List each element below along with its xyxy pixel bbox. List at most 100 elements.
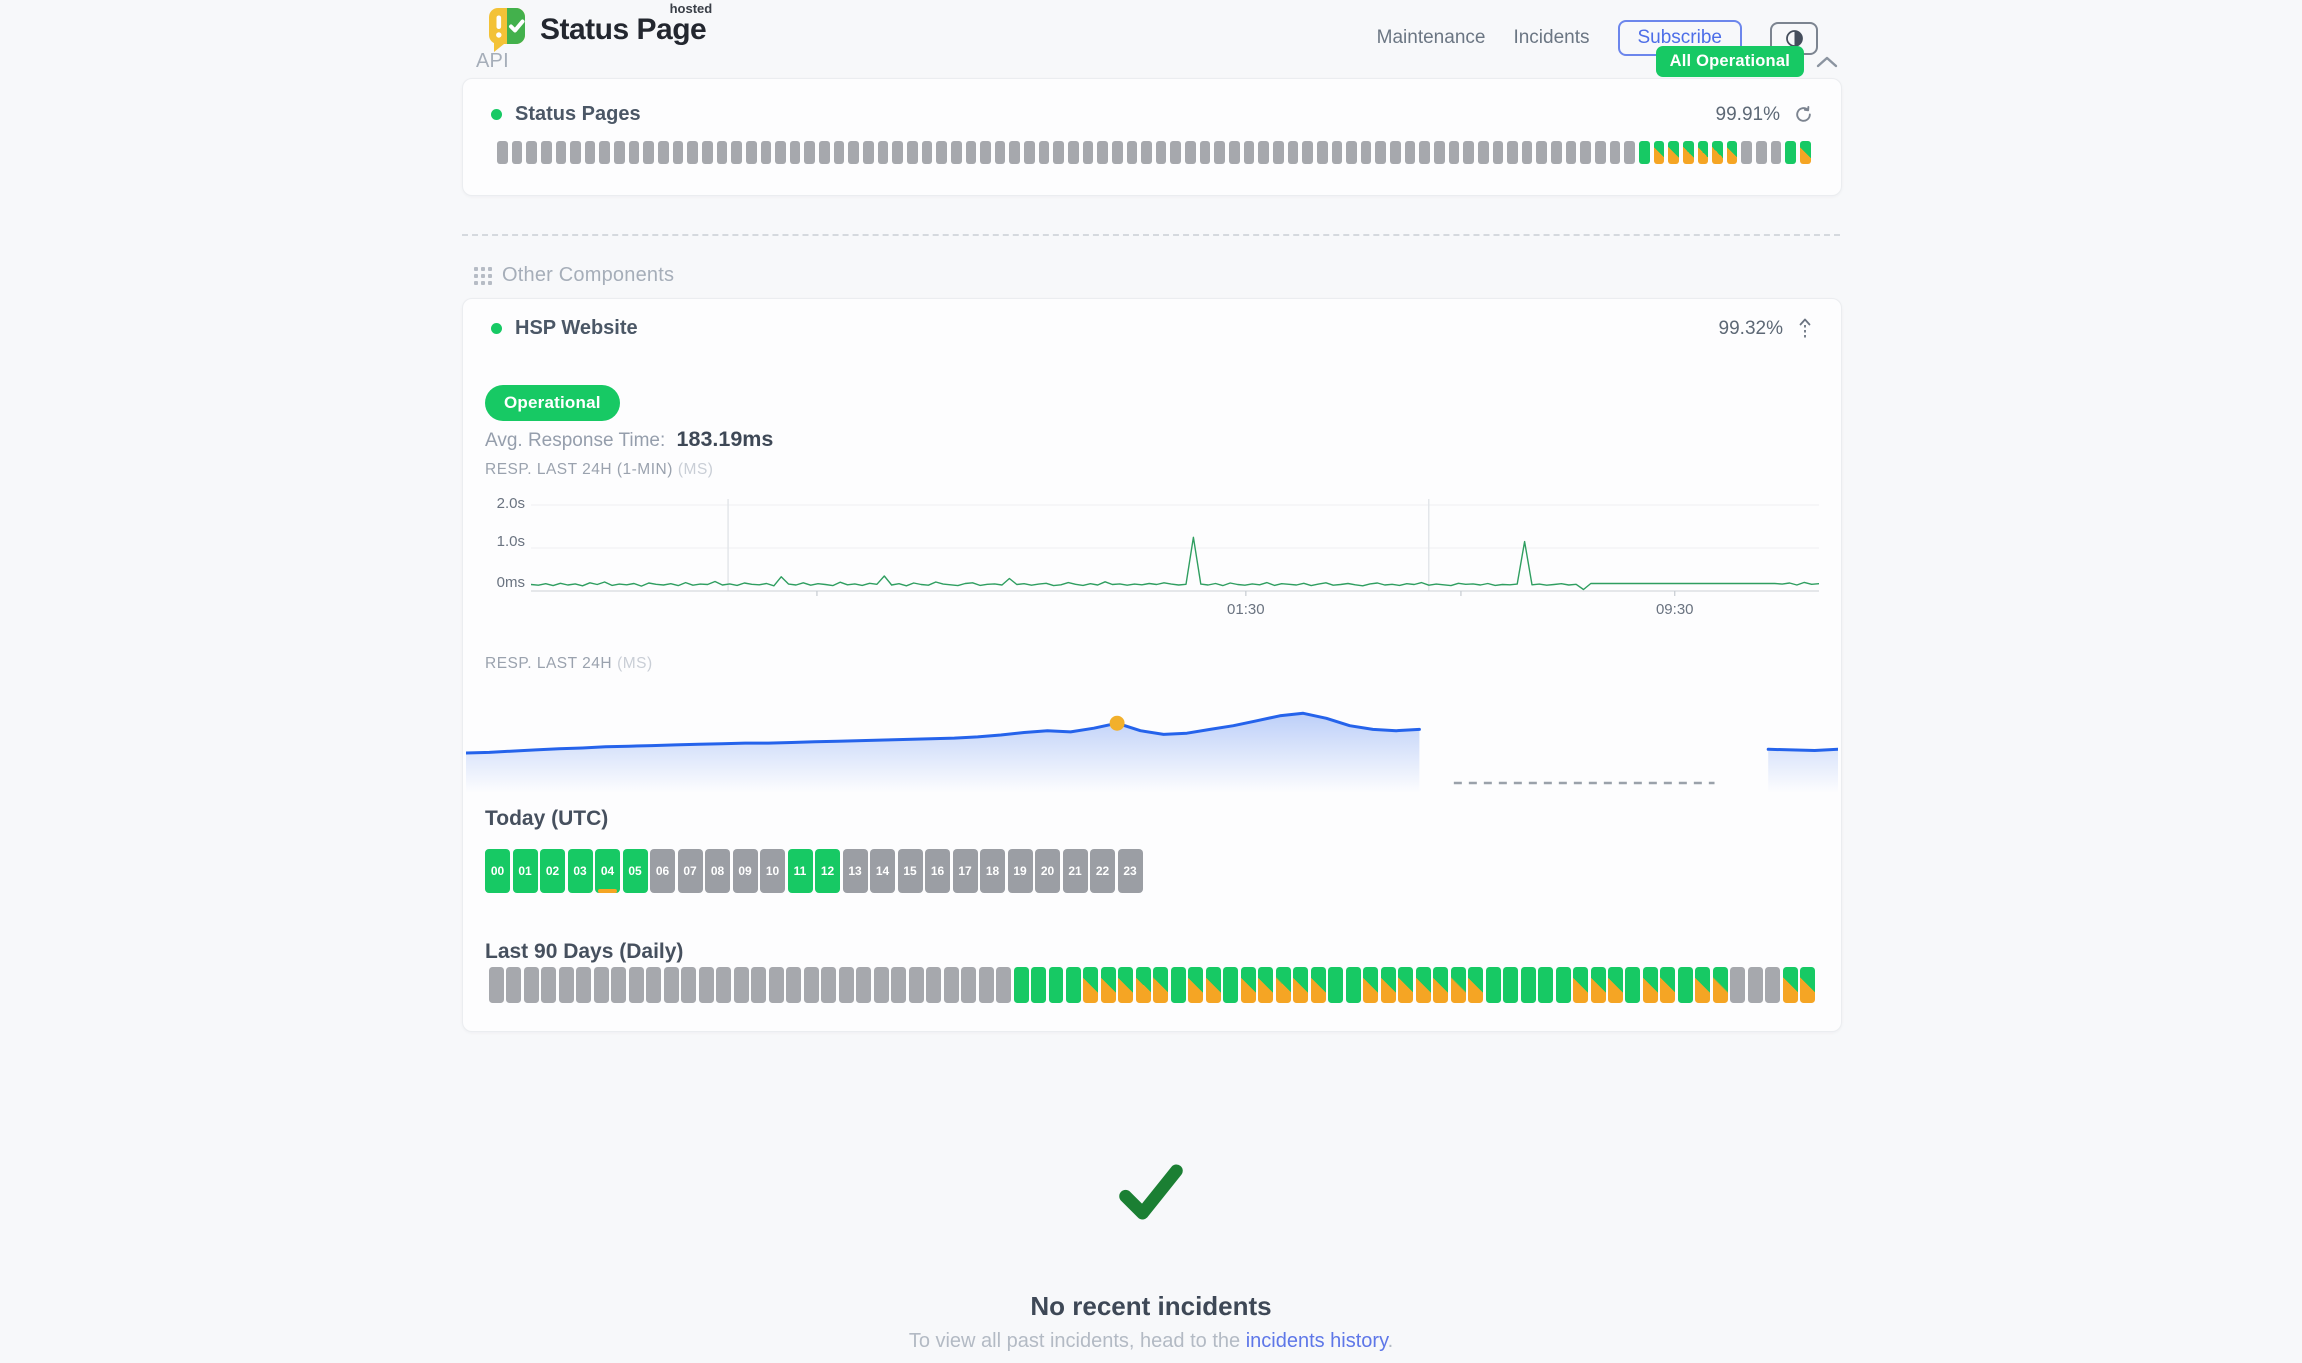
day-bar[interactable] — [856, 967, 871, 1003]
uptime-bar[interactable] — [1654, 141, 1665, 164]
uptime-bar[interactable] — [541, 141, 552, 164]
uptime-bar[interactable] — [1741, 141, 1752, 164]
uptime-bar[interactable] — [1200, 141, 1211, 164]
uptime-bar[interactable] — [556, 141, 567, 164]
uptime-bar[interactable] — [936, 141, 947, 164]
hour-block[interactable]: 18 — [980, 849, 1005, 893]
uptime-bar[interactable] — [1390, 141, 1401, 164]
day-bar[interactable] — [734, 967, 749, 1003]
hour-block[interactable]: 13 — [843, 849, 868, 893]
day-bar[interactable] — [1346, 967, 1361, 1003]
uptime-bar[interactable] — [1244, 141, 1255, 164]
day-bar[interactable] — [1556, 967, 1571, 1003]
day-bar[interactable] — [1678, 967, 1693, 1003]
uptime-bar[interactable] — [1785, 141, 1796, 164]
uptime-bar[interactable] — [1595, 141, 1606, 164]
day-bar[interactable] — [1800, 967, 1815, 1003]
day-bar[interactable] — [489, 967, 504, 1003]
day-bar[interactable] — [769, 967, 784, 1003]
uptime-bar[interactable] — [1536, 141, 1547, 164]
day-bar[interactable] — [611, 967, 626, 1003]
uptime-bar[interactable] — [1668, 141, 1679, 164]
uptime-bar[interactable] — [1302, 141, 1313, 164]
uptime-bar[interactable] — [512, 141, 523, 164]
day-bar[interactable] — [1381, 967, 1396, 1003]
day-bar[interactable] — [541, 967, 556, 1003]
uptime-bar[interactable] — [1507, 141, 1518, 164]
uptime-bar[interactable] — [1083, 141, 1094, 164]
uptime-bar[interactable] — [1009, 141, 1020, 164]
uptime-bar[interactable] — [892, 141, 903, 164]
overall-status-badge[interactable]: All Operational — [1656, 46, 1804, 77]
hour-block[interactable]: 12 — [815, 849, 840, 893]
hour-block[interactable]: 08 — [705, 849, 730, 893]
day-bar[interactable] — [524, 967, 539, 1003]
uptime-bar[interactable] — [1639, 141, 1650, 164]
day-bar[interactable] — [1591, 967, 1606, 1003]
uptime-bar[interactable] — [1258, 141, 1269, 164]
day-bar[interactable] — [1293, 967, 1308, 1003]
day-bar[interactable] — [786, 967, 801, 1003]
day-bar[interactable] — [1031, 967, 1046, 1003]
hour-block[interactable]: 17 — [953, 849, 978, 893]
uptime-bar[interactable] — [1551, 141, 1562, 164]
hour-block[interactable]: 20 — [1035, 849, 1060, 893]
incidents-history-link[interactable]: incidents history — [1246, 1330, 1388, 1352]
day-bar[interactable] — [1171, 967, 1186, 1003]
day-bar[interactable] — [996, 967, 1011, 1003]
day-bar[interactable] — [1503, 967, 1518, 1003]
hour-block[interactable]: 00 — [485, 849, 510, 893]
uptime-bar[interactable] — [1346, 141, 1357, 164]
uptime-bar[interactable] — [497, 141, 508, 164]
day-bar[interactable] — [1538, 967, 1553, 1003]
uptime-bar[interactable] — [1698, 141, 1709, 164]
uptime-bar[interactable] — [1419, 141, 1430, 164]
uptime-bar[interactable] — [1624, 141, 1635, 164]
uptime-bar[interactable] — [1317, 141, 1328, 164]
day-bar[interactable] — [751, 967, 766, 1003]
hsp-website-row[interactable]: HSP Website 99.32% — [491, 317, 1813, 340]
day-bar[interactable] — [891, 967, 906, 1003]
uptime-bar[interactable] — [1405, 141, 1416, 164]
day-bar[interactable] — [1730, 967, 1745, 1003]
day-bar[interactable] — [699, 967, 714, 1003]
collapse-arrow-icon[interactable] — [1797, 317, 1813, 340]
uptime-bar[interactable] — [980, 141, 991, 164]
hour-block[interactable]: 06 — [650, 849, 675, 893]
uptime-bar[interactable] — [1712, 141, 1723, 164]
day-bar[interactable] — [1241, 967, 1256, 1003]
hour-block[interactable]: 11 — [788, 849, 813, 893]
uptime-bar[interactable] — [1463, 141, 1474, 164]
uptime-bar[interactable] — [1097, 141, 1108, 164]
hour-block[interactable]: 21 — [1063, 849, 1088, 893]
uptime-bar[interactable] — [643, 141, 654, 164]
uptime-bar[interactable] — [1566, 141, 1577, 164]
uptime-bar[interactable] — [863, 141, 874, 164]
uptime-bar[interactable] — [1375, 141, 1386, 164]
uptime-bar[interactable] — [1727, 141, 1738, 164]
day-bar[interactable] — [506, 967, 521, 1003]
uptime-bar[interactable] — [687, 141, 698, 164]
uptime-bar[interactable] — [1112, 141, 1123, 164]
day-bar[interactable] — [1573, 967, 1588, 1003]
uptime-bar[interactable] — [848, 141, 859, 164]
day-bar[interactable] — [1118, 967, 1133, 1003]
day-bar[interactable] — [1223, 967, 1238, 1003]
uptime-bar[interactable] — [907, 141, 918, 164]
hour-block[interactable]: 09 — [733, 849, 758, 893]
day-bar[interactable] — [1276, 967, 1291, 1003]
hour-block[interactable]: 15 — [898, 849, 923, 893]
uptime-bar[interactable] — [629, 141, 640, 164]
uptime-bar[interactable] — [790, 141, 801, 164]
uptime-bar[interactable] — [1170, 141, 1181, 164]
uptime-bar[interactable] — [1434, 141, 1445, 164]
hour-block[interactable]: 23 — [1118, 849, 1143, 893]
uptime-bar[interactable] — [1771, 141, 1782, 164]
day-bar[interactable] — [1625, 967, 1640, 1003]
day-bar[interactable] — [1363, 967, 1378, 1003]
day-bar[interactable] — [1695, 967, 1710, 1003]
day-bar[interactable] — [839, 967, 854, 1003]
uptime-bar[interactable] — [922, 141, 933, 164]
day-bar[interactable] — [1713, 967, 1728, 1003]
day-bar[interactable] — [1049, 967, 1064, 1003]
